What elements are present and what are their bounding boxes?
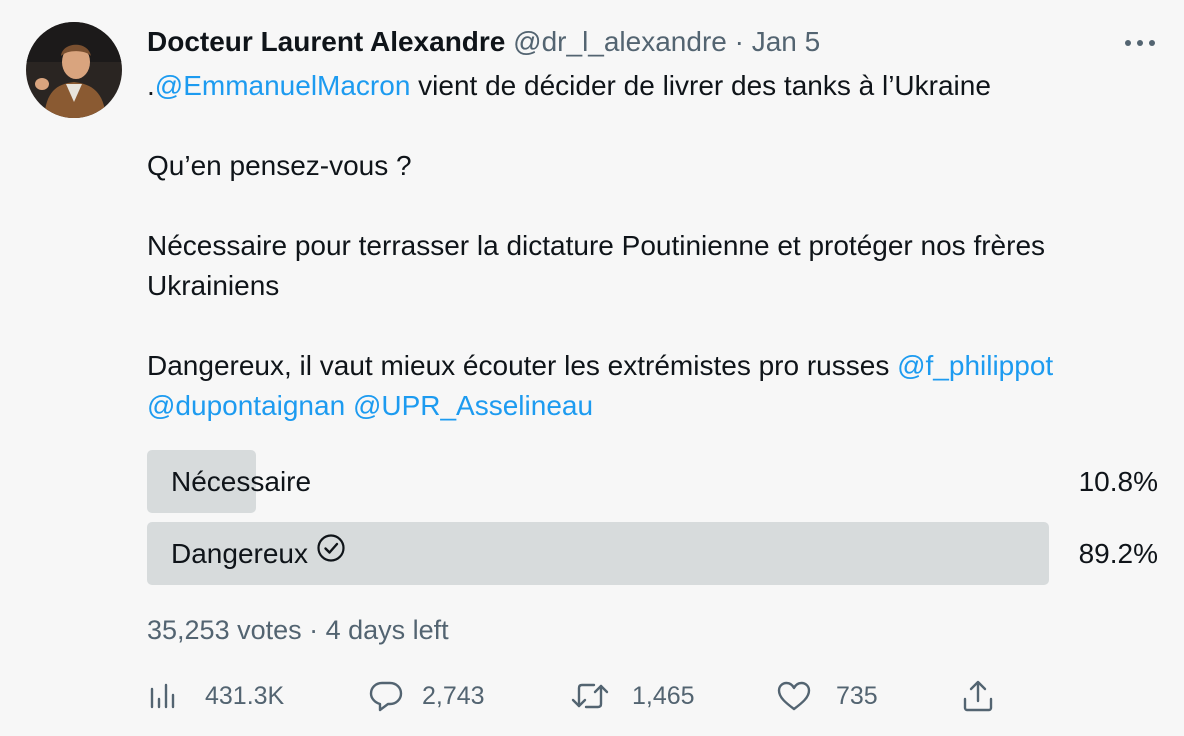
poll-option-dangereux[interactable]: Dangereux 89.2% — [147, 522, 1158, 585]
header-separator: · — [734, 26, 744, 57]
mention-emmanuelmacron[interactable]: @EmmanuelMacron — [155, 70, 411, 101]
mention-dupontaignan[interactable]: @dupontaignan — [147, 390, 345, 421]
reply-button[interactable]: 2,743 — [368, 676, 485, 716]
tweet-header: Docteur Laurent Alexandre @dr_l_alexandr… — [147, 24, 820, 60]
tweet-prefix: . — [147, 70, 155, 101]
avatar[interactable] — [26, 22, 122, 118]
share-button[interactable] — [960, 676, 996, 716]
check-circle-icon — [316, 522, 346, 585]
tweet-question: Qu’en pensez-vous ? — [147, 150, 412, 181]
tweet-option-1-text: Nécessaire pour terrasser la dictature P… — [147, 230, 1046, 301]
more-icon[interactable] — [1122, 30, 1158, 56]
views-count: 431.3K — [205, 681, 285, 710]
retweet-icon — [570, 679, 610, 713]
tweet-text: .@EmmanuelMacron vient de décider de liv… — [147, 66, 1147, 426]
tweet-line-1: .@EmmanuelMacron vient de décider de liv… — [147, 66, 1147, 106]
share-icon — [960, 678, 996, 714]
tweet-date[interactable]: Jan 5 — [752, 26, 821, 57]
tweet-option-2-text: Dangereux, il vaut mieux écouter les ext… — [147, 350, 898, 381]
retweet-button[interactable]: 1,465 — [570, 676, 695, 716]
poll-option-percent: 10.8% — [1078, 466, 1158, 497]
like-count: 735 — [836, 681, 878, 710]
reply-icon — [368, 678, 404, 714]
views-icon — [147, 679, 181, 713]
poll-option-label: Nécessaire — [171, 466, 312, 497]
reply-count: 2,743 — [422, 681, 485, 710]
poll-option-percent: 89.2% — [1078, 538, 1158, 569]
tweet-line-1-text: vient de décider de livrer des tanks à l… — [410, 70, 991, 101]
retweet-count: 1,465 — [632, 681, 695, 710]
poll-option-necessaire[interactable]: Nécessaire 10.8% — [147, 450, 1158, 513]
tweet-option-2-paragraph: Dangereux, il vaut mieux écouter les ext… — [147, 346, 1147, 426]
poll-option-label-container: Dangereux — [171, 522, 346, 585]
like-icon — [776, 679, 812, 713]
tweet: Docteur Laurent Alexandre @dr_l_alexandr… — [0, 0, 1184, 736]
author-name[interactable]: Docteur Laurent Alexandre — [147, 26, 505, 57]
poll-footer: 35,253 votes · 4 days left — [147, 615, 449, 645]
mention-f-philippot[interactable]: @f_philippot — [897, 350, 1053, 381]
mention-upr-asselineau[interactable]: @UPR_Asselineau — [353, 390, 593, 421]
views-button[interactable]: 431.3K — [147, 676, 284, 716]
author-handle[interactable]: @dr_l_alexandre — [513, 26, 727, 57]
poll-option-label: Dangereux — [171, 538, 308, 569]
like-button[interactable]: 735 — [776, 676, 878, 716]
